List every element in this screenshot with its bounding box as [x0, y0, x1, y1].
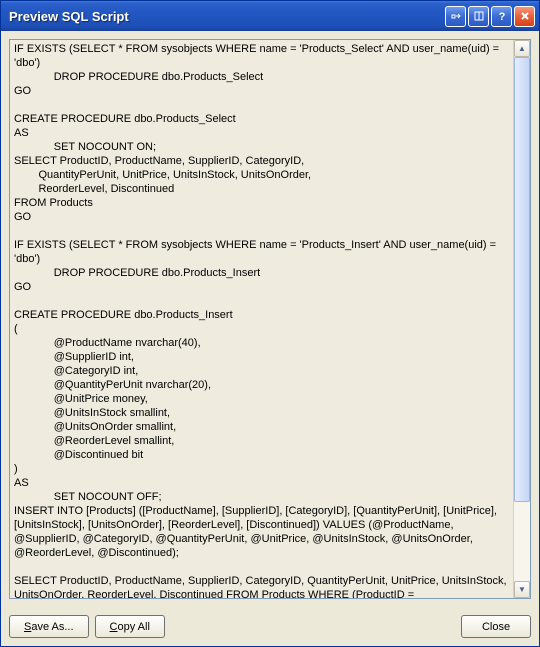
vertical-scrollbar[interactable]: ▲ ▼: [513, 40, 530, 598]
close-window-button[interactable]: [514, 6, 535, 27]
dialog-window: Preview SQL Script ? IF EXISTS (SELECT *…: [0, 0, 540, 647]
sql-preview-container: IF EXISTS (SELECT * FROM sysobjects WHER…: [9, 39, 531, 599]
close-button[interactable]: Close: [461, 615, 531, 638]
scroll-track[interactable]: [514, 57, 530, 581]
sql-script-text[interactable]: IF EXISTS (SELECT * FROM sysobjects WHER…: [10, 40, 513, 598]
help-button[interactable]: ?: [491, 6, 512, 27]
content-area: IF EXISTS (SELECT * FROM sysobjects WHER…: [1, 31, 539, 607]
save-as-button[interactable]: Save As...: [9, 615, 89, 638]
button-bar: Save As... Copy All Close: [1, 607, 539, 646]
scroll-thumb[interactable]: [514, 57, 530, 502]
copy-all-button[interactable]: Copy All: [95, 615, 165, 638]
button-spacer: [171, 615, 455, 638]
titlebar-buttons: ?: [445, 6, 535, 27]
scroll-up-button[interactable]: ▲: [514, 40, 530, 57]
window-option1-button[interactable]: [445, 6, 466, 27]
titlebar: Preview SQL Script ?: [1, 1, 539, 31]
svg-text:?: ?: [498, 11, 505, 22]
window-title: Preview SQL Script: [9, 9, 445, 24]
scroll-down-button[interactable]: ▼: [514, 581, 530, 598]
window-option2-button[interactable]: [468, 6, 489, 27]
